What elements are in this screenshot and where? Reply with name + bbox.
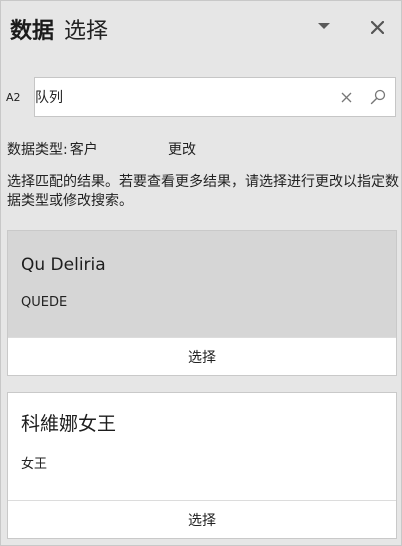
close-button[interactable] xyxy=(365,15,389,39)
result-card: Qu Deliria QUEDE 选择 xyxy=(7,230,397,376)
result-title: 科維娜女王 xyxy=(21,413,117,435)
result-card: 科維娜女王 女王 选择 xyxy=(7,392,397,539)
search-button[interactable] xyxy=(361,78,395,116)
clear-icon xyxy=(341,92,351,102)
data-type-label: 数据类型: xyxy=(7,142,68,158)
search-input[interactable] xyxy=(35,78,331,116)
result-title: Qu Deliria xyxy=(21,255,106,275)
clear-search-button[interactable] xyxy=(331,78,361,116)
select-button[interactable]: 选择 xyxy=(8,337,396,375)
cell-reference: A2 xyxy=(6,91,21,104)
result-subtitle: QUEDE xyxy=(21,295,68,310)
data-selector-pane: 数据 选择 A2 数据类型: 客户 更改 选择匹配的结果。若要查看更多 xyxy=(0,0,402,546)
instructions-text: 选择匹配的结果。若要查看更多结果，请选择进行更改以指定数据类型或修改搜索。 xyxy=(7,174,399,209)
pane-options-button[interactable] xyxy=(312,15,336,39)
result-card-body[interactable]: 科維娜女王 女王 xyxy=(8,393,396,501)
result-subtitle: 女王 xyxy=(21,457,48,472)
close-icon xyxy=(370,20,384,34)
pane-title-bold: 数据 xyxy=(10,19,55,44)
result-card-body[interactable]: Qu Deliria QUEDE xyxy=(8,231,396,338)
search-icon xyxy=(370,89,386,105)
data-type-value: 客户 xyxy=(69,142,98,158)
change-data-type-link[interactable]: 更改 xyxy=(168,139,196,159)
search-box xyxy=(34,77,396,117)
pane-title-light: 选择 xyxy=(64,19,109,44)
pane-header: 数据 选择 xyxy=(10,13,108,49)
data-type-row: 数据类型: 客户 xyxy=(7,139,98,159)
chevron-down-icon xyxy=(318,23,330,29)
select-button[interactable]: 选择 xyxy=(8,500,396,538)
